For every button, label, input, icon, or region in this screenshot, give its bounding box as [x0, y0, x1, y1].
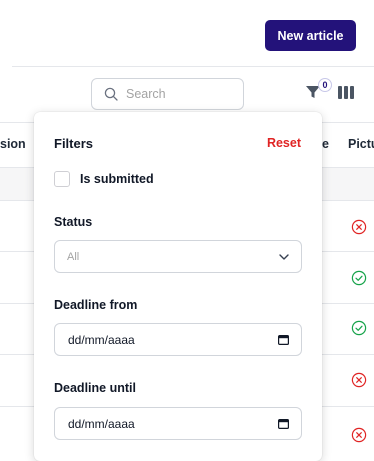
- status-select[interactable]: All: [54, 240, 302, 273]
- column-header-picture[interactable]: Pictu: [348, 137, 374, 151]
- filters-popover: Filters Reset Is submitted Status All De…: [34, 112, 322, 461]
- deadline-from-label: Deadline from: [54, 298, 138, 312]
- search-input[interactable]: [126, 87, 236, 101]
- check-circle-icon: [351, 270, 367, 286]
- is-submitted-checkbox[interactable]: Is submitted: [54, 171, 154, 187]
- search-field[interactable]: [91, 78, 244, 110]
- calendar-icon[interactable]: [278, 418, 289, 429]
- x-circle-icon: [351, 219, 367, 235]
- search-icon: [104, 87, 118, 101]
- deadline-until-value: dd/mm/aaaa: [68, 416, 135, 431]
- deadline-until-input[interactable]: dd/mm/aaaa: [54, 407, 302, 440]
- deadline-from-value: dd/mm/aaaa: [68, 332, 135, 347]
- check-circle-icon: [351, 320, 367, 336]
- filters-title: Filters: [54, 136, 94, 151]
- is-submitted-label: Is submitted: [80, 172, 154, 186]
- filter-count-badge: 0: [318, 78, 332, 92]
- reset-button[interactable]: Reset: [267, 136, 301, 150]
- column-header-submission[interactable]: sion: [0, 137, 26, 151]
- chevron-down-icon: [279, 253, 289, 260]
- x-circle-icon: [351, 372, 367, 388]
- new-article-button[interactable]: New article: [265, 20, 356, 51]
- top-bar: New article: [0, 0, 374, 66]
- deadline-from-input[interactable]: dd/mm/aaaa: [54, 323, 302, 356]
- deadline-until-label: Deadline until: [54, 381, 136, 395]
- checkbox-box[interactable]: [54, 171, 70, 187]
- column-header-partial[interactable]: e: [322, 137, 329, 151]
- status-select-value: All: [67, 250, 80, 263]
- calendar-icon[interactable]: [278, 334, 289, 345]
- top-divider: [12, 66, 374, 67]
- x-circle-icon: [351, 427, 367, 443]
- status-label: Status: [54, 215, 93, 229]
- columns-icon[interactable]: [338, 86, 354, 99]
